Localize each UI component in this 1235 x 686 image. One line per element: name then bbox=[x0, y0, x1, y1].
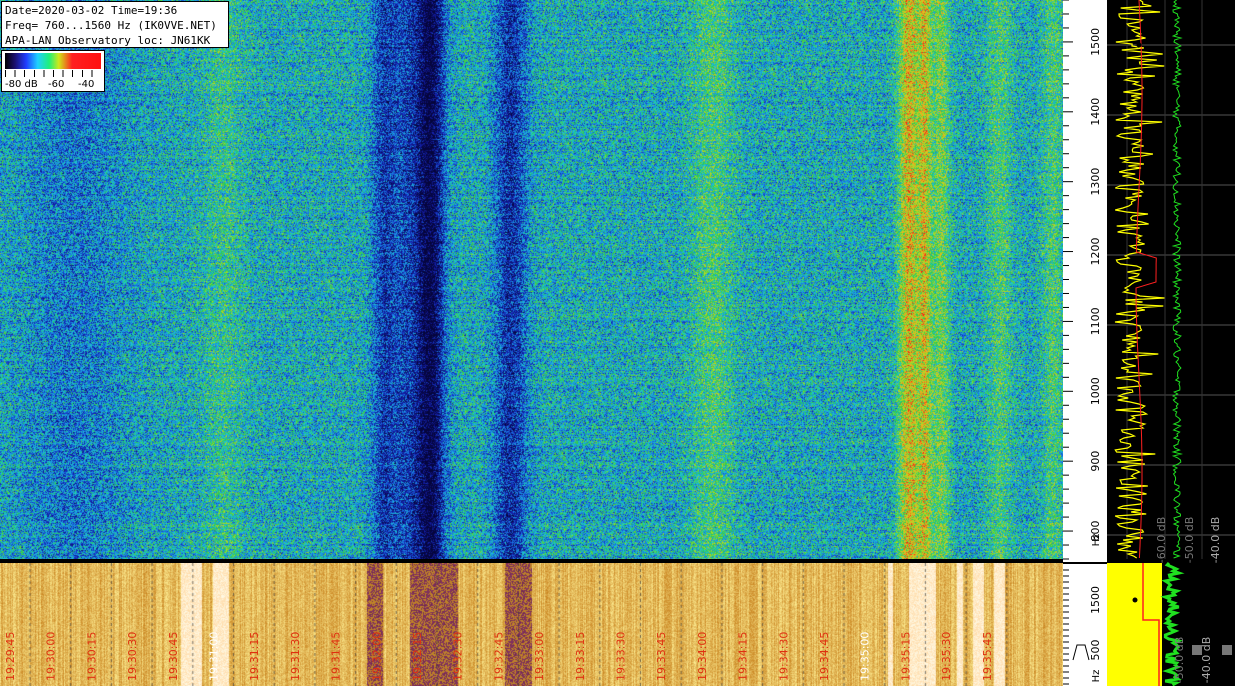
time-tick-label: 19:32:45 bbox=[492, 632, 505, 681]
time-tick-label: 19:31:30 bbox=[289, 632, 302, 681]
time-tick-label: 19:35:15 bbox=[899, 632, 912, 681]
scale-marker bbox=[1072, 644, 1090, 661]
spectrum-trace bbox=[1114, 0, 1165, 559]
time-tick-label: 19:29:45 bbox=[4, 632, 17, 681]
time-tick-label: 19:35:30 bbox=[940, 632, 953, 681]
time-tick-label: 19:33:00 bbox=[533, 632, 546, 681]
time-tick-label: 19:31:15 bbox=[248, 632, 261, 681]
db-axis-label: -40.0 dB bbox=[1200, 637, 1213, 684]
time-tick-label: 19:34:30 bbox=[777, 632, 790, 681]
info-frequency: Freq= 760...1560 Hz (IK0VVE.NET) bbox=[5, 19, 217, 32]
freq-tick-label: 1100 bbox=[1089, 307, 1102, 335]
time-tick-label: 19:34:45 bbox=[818, 632, 831, 681]
spectrum-plot-panel: -40.0 dB -50.0 dB -60.0 dB -40.0 dB -50.0 dB bbox=[1107, 0, 1235, 686]
time-axis-labels: 19:29:45 19:30:00 19:30:15 19:30:30 19:30:45… bbox=[4, 632, 994, 681]
color-scale-label-max: -40 bbox=[78, 79, 95, 90]
db-axis-label: -40.0 dB bbox=[1209, 517, 1222, 564]
color-scale-gradient bbox=[5, 53, 101, 69]
db-axis-label: -60.0 dB bbox=[1155, 517, 1168, 564]
freq-tick-label: 1500 bbox=[1089, 28, 1102, 56]
time-tick-label: 19:34:00 bbox=[696, 632, 709, 681]
time-tick-label: 19:34:15 bbox=[737, 632, 750, 681]
freq-tick-label: 900 bbox=[1089, 451, 1102, 472]
info-date-time: Date=2020-03-02 Time=19:36 bbox=[5, 4, 178, 17]
spectrogram-waterfall bbox=[0, 0, 1063, 559]
level-trace bbox=[1171, 0, 1183, 559]
freq-tick-label: 1400 bbox=[1089, 98, 1102, 126]
peak-marker bbox=[1136, 42, 1142, 48]
time-tick-label: 19:35:00 bbox=[859, 632, 872, 681]
color-scale-legend: -80 dB -60 -40 bbox=[1, 50, 105, 92]
time-tick-label: 19:32:15 bbox=[411, 632, 424, 681]
color-scale-label-min: -80 dB bbox=[5, 79, 38, 90]
time-tick-label: 19:30:15 bbox=[85, 632, 98, 681]
time-tick-label: 19:31:45 bbox=[330, 632, 343, 681]
db-axis-label: -50.0 dB bbox=[1183, 517, 1196, 564]
time-tick-label: 19:33:15 bbox=[574, 632, 587, 681]
time-tick-label: 19:35:45 bbox=[981, 632, 994, 681]
time-tick-label: 19:33:45 bbox=[655, 632, 668, 681]
time-tick-label: 19:30:00 bbox=[45, 632, 58, 681]
freq-unit-label: Hz bbox=[1091, 670, 1102, 683]
info-location: APA-LAN Observatory loc: JN61KK bbox=[5, 34, 211, 47]
color-scale-label-mid: -60 bbox=[48, 79, 65, 90]
freq-tick-label: 1300 bbox=[1089, 168, 1102, 196]
avg-level-fill bbox=[1107, 563, 1162, 686]
peak-marker bbox=[1132, 597, 1138, 603]
freq-tick-label: 500 bbox=[1089, 640, 1102, 661]
time-tick-label: 19:31:00 bbox=[208, 632, 221, 681]
average-line bbox=[1135, 0, 1157, 559]
color-scale-ticks bbox=[5, 70, 101, 77]
freq-unit-label: Hz bbox=[1091, 534, 1102, 547]
time-tick-label: 19:33:30 bbox=[615, 632, 628, 681]
time-tick-label: 19:30:45 bbox=[167, 632, 180, 681]
time-tick-label: 19:32:00 bbox=[370, 632, 383, 681]
time-tick-label: 19:32:30 bbox=[452, 632, 465, 681]
time-tick-label: 19:30:30 bbox=[126, 632, 139, 681]
info-box: Date=2020-03-02 Time=19:36 Freq= 760...1… bbox=[1, 1, 229, 48]
freq-tick-label: 1000 bbox=[1089, 377, 1102, 405]
freq-tick-label: 1200 bbox=[1089, 238, 1102, 266]
frequency-scale: 800 900 1000 1100 1200 1300 1400 1500 Hz 1500 500 H… bbox=[1063, 0, 1107, 686]
db-axis-label: -50.0 dB bbox=[1173, 637, 1186, 684]
freq-tick-label: 1500 bbox=[1089, 586, 1102, 614]
